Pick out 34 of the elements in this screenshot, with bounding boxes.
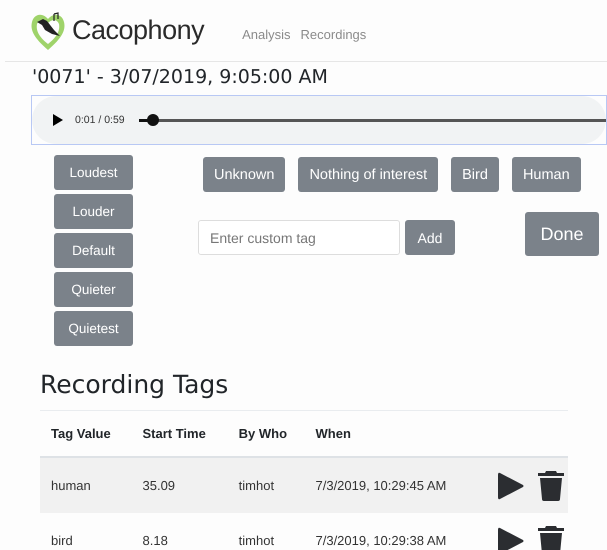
play-icon[interactable]	[498, 470, 524, 500]
done-button[interactable]: Done	[525, 212, 599, 256]
nav-link[interactable]: Analysis	[242, 27, 291, 42]
tag-button[interactable]: Bird	[451, 157, 499, 192]
trash-icon[interactable]	[538, 470, 564, 500]
time-display: 0:01 / 0:59	[75, 114, 125, 126]
play-icon[interactable]	[53, 114, 63, 126]
tag-button[interactable]: Human	[512, 157, 581, 192]
table-cell: 35.09	[132, 457, 228, 513]
bird-heart-logo-icon	[30, 10, 66, 52]
nav-link[interactable]: Recordings	[300, 27, 366, 42]
table-cell: timhot	[228, 513, 304, 550]
play-icon[interactable]	[498, 526, 524, 550]
volume-button[interactable]: Quietest	[54, 311, 133, 346]
volume-button[interactable]: Louder	[54, 194, 133, 229]
table-cell: 8.18	[132, 513, 228, 550]
volume-button[interactable]: Loudest	[54, 155, 133, 190]
table-cell: 7/3/2019, 10:29:45 AM	[304, 457, 488, 513]
table-cell: 7/3/2019, 10:29:38 AM	[304, 513, 488, 550]
audio-player[interactable]: 0:01 / 0:59	[31, 95, 607, 145]
seek-thumb[interactable]	[146, 114, 159, 126]
brand-name: Cacophony	[72, 15, 204, 46]
volume-button[interactable]: Quieter	[54, 272, 133, 307]
table-cell: human	[40, 457, 132, 513]
tag-button[interactable]: Nothing of interest	[298, 157, 438, 192]
trash-icon[interactable]	[538, 526, 564, 550]
tag-button[interactable]: Unknown	[203, 157, 286, 192]
section-heading: Recording Tags	[40, 370, 230, 401]
table-cell: timhot	[228, 457, 304, 513]
volume-button[interactable]: Default	[54, 233, 133, 268]
table-cell: bird	[40, 513, 132, 550]
recording-title: '0071' - 3/07/2019, 9:05:00 AM	[32, 66, 329, 90]
custom-tag-field[interactable]: Enter custom tag	[198, 220, 400, 255]
add-button[interactable]: Add	[405, 220, 455, 255]
